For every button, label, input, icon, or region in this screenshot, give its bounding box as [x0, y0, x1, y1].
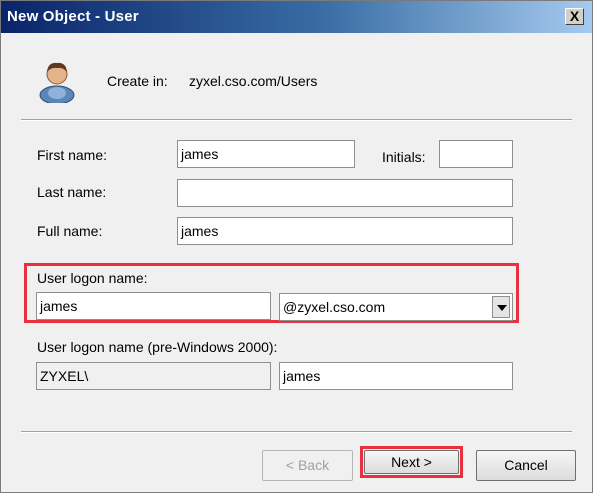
- cancel-button[interactable]: Cancel: [476, 450, 576, 481]
- first-name-label: First name:: [37, 147, 108, 163]
- create-in-path: zyxel.cso.com/Users: [189, 73, 318, 89]
- domain-select[interactable]: @zyxel.cso.com: [279, 293, 513, 321]
- first-name-field[interactable]: james: [177, 140, 355, 168]
- initials-field[interactable]: [439, 140, 513, 168]
- full-name-field[interactable]: james: [177, 217, 513, 245]
- new-user-dialog: New Object - User X Create in: zyxel.cso…: [0, 0, 593, 493]
- last-name-label: Last name:: [37, 184, 107, 200]
- domain-select-value: @zyxel.cso.com: [283, 299, 386, 315]
- pre2000-user-field[interactable]: james: [279, 362, 513, 390]
- logon-name-label: User logon name:: [37, 270, 148, 286]
- user-icon: [39, 62, 75, 103]
- separator-bottom: [21, 431, 572, 433]
- window-title: New Object - User: [7, 8, 139, 25]
- title-bar: New Object - User X: [1, 1, 592, 33]
- chevron-down-icon[interactable]: [492, 296, 510, 318]
- last-name-field[interactable]: [177, 179, 513, 207]
- create-in-label: Create in:: [107, 73, 168, 89]
- full-name-label: Full name:: [37, 223, 103, 239]
- separator-top: [21, 119, 572, 121]
- next-button[interactable]: Next >: [364, 450, 459, 474]
- back-button[interactable]: < Back: [262, 450, 353, 481]
- pre2000-domain-field: ZYXEL\: [36, 362, 271, 390]
- pre2000-label: User logon name (pre-Windows 2000):: [37, 339, 278, 355]
- close-button[interactable]: X: [565, 8, 584, 25]
- logon-name-field[interactable]: james: [36, 292, 271, 320]
- initials-label: Initials:: [382, 149, 426, 165]
